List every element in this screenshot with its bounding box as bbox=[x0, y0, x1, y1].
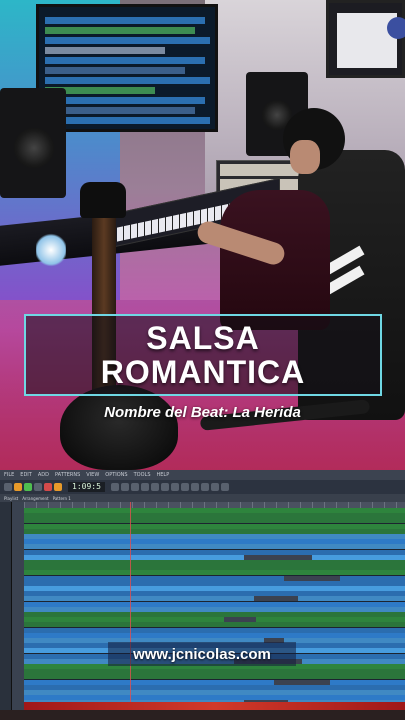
toolbar-icon[interactable] bbox=[110, 483, 119, 491]
track-headers[interactable] bbox=[12, 502, 24, 720]
play-button[interactable] bbox=[24, 483, 32, 491]
desk-lamp bbox=[36, 232, 66, 268]
playlist-tracks[interactable] bbox=[24, 508, 405, 720]
browser-sidebar[interactable] bbox=[0, 502, 12, 720]
website-url[interactable]: www.jcnicolas.com bbox=[133, 646, 271, 663]
toolbar-icon[interactable] bbox=[170, 483, 179, 491]
menu-file[interactable]: FILE bbox=[4, 472, 14, 478]
toolbar-icon[interactable] bbox=[160, 483, 169, 491]
url-box: www.jcnicolas.com bbox=[108, 642, 296, 666]
toolbar-icon[interactable] bbox=[130, 483, 139, 491]
playhead[interactable] bbox=[130, 502, 131, 720]
wall-frame bbox=[326, 0, 405, 78]
producer-face bbox=[290, 140, 320, 174]
title-box: SALSA ROMANTICA bbox=[24, 314, 382, 396]
playlist-subbar: Playlist Arrangement Pattern 1 bbox=[0, 494, 405, 502]
toolbar-icon[interactable] bbox=[190, 483, 199, 491]
subbar-playlist[interactable]: Playlist bbox=[4, 496, 18, 501]
toolbar-icon[interactable] bbox=[220, 483, 229, 491]
title-line-2: ROMANTICA bbox=[100, 354, 306, 390]
guitar-headstock bbox=[80, 182, 126, 218]
toolbar-icon[interactable] bbox=[140, 483, 149, 491]
title-line-1: SALSA bbox=[146, 320, 260, 356]
award-disc bbox=[387, 17, 405, 39]
guitar-body bbox=[60, 385, 178, 470]
studio-photo bbox=[0, 0, 405, 470]
subbar-pattern[interactable]: Pattern 1 bbox=[53, 496, 71, 501]
menu-help[interactable]: HELP bbox=[157, 472, 170, 478]
daw-screenshot: FILE EDIT ADD PATTERNS VIEW OPTIONS TOOL… bbox=[0, 470, 405, 720]
menu-add[interactable]: ADD bbox=[38, 472, 49, 478]
daw-footer bbox=[0, 710, 405, 720]
menu-tools[interactable]: TOOLS bbox=[134, 472, 151, 478]
toolbar-icon[interactable] bbox=[180, 483, 189, 491]
menu-view[interactable]: VIEW bbox=[86, 472, 99, 478]
red-automation-track[interactable] bbox=[24, 702, 405, 710]
record-button[interactable] bbox=[44, 483, 52, 491]
toolbar-icon[interactable] bbox=[200, 483, 209, 491]
left-speaker bbox=[0, 88, 66, 198]
toolbar-icon[interactable] bbox=[210, 483, 219, 491]
menu-patterns[interactable]: PATTERNS bbox=[55, 472, 80, 478]
daw-toolbar: 1:09:5 bbox=[0, 480, 405, 494]
tempo-button[interactable] bbox=[54, 483, 62, 491]
beat-name-caption: Nombre del Beat: La Herida bbox=[104, 404, 301, 421]
time-display: 1:09:5 bbox=[68, 482, 105, 492]
stop-button[interactable] bbox=[34, 483, 42, 491]
menu-edit[interactable]: EDIT bbox=[20, 472, 32, 478]
toolbar-icon[interactable] bbox=[120, 483, 129, 491]
pattern-mode-button[interactable] bbox=[4, 483, 12, 491]
song-mode-button[interactable] bbox=[14, 483, 22, 491]
toolbar-icon[interactable] bbox=[150, 483, 159, 491]
daw-menubar: FILE EDIT ADD PATTERNS VIEW OPTIONS TOOL… bbox=[0, 470, 405, 480]
subbar-arrangement[interactable]: Arrangement bbox=[22, 496, 48, 501]
menu-options[interactable]: OPTIONS bbox=[105, 472, 127, 478]
